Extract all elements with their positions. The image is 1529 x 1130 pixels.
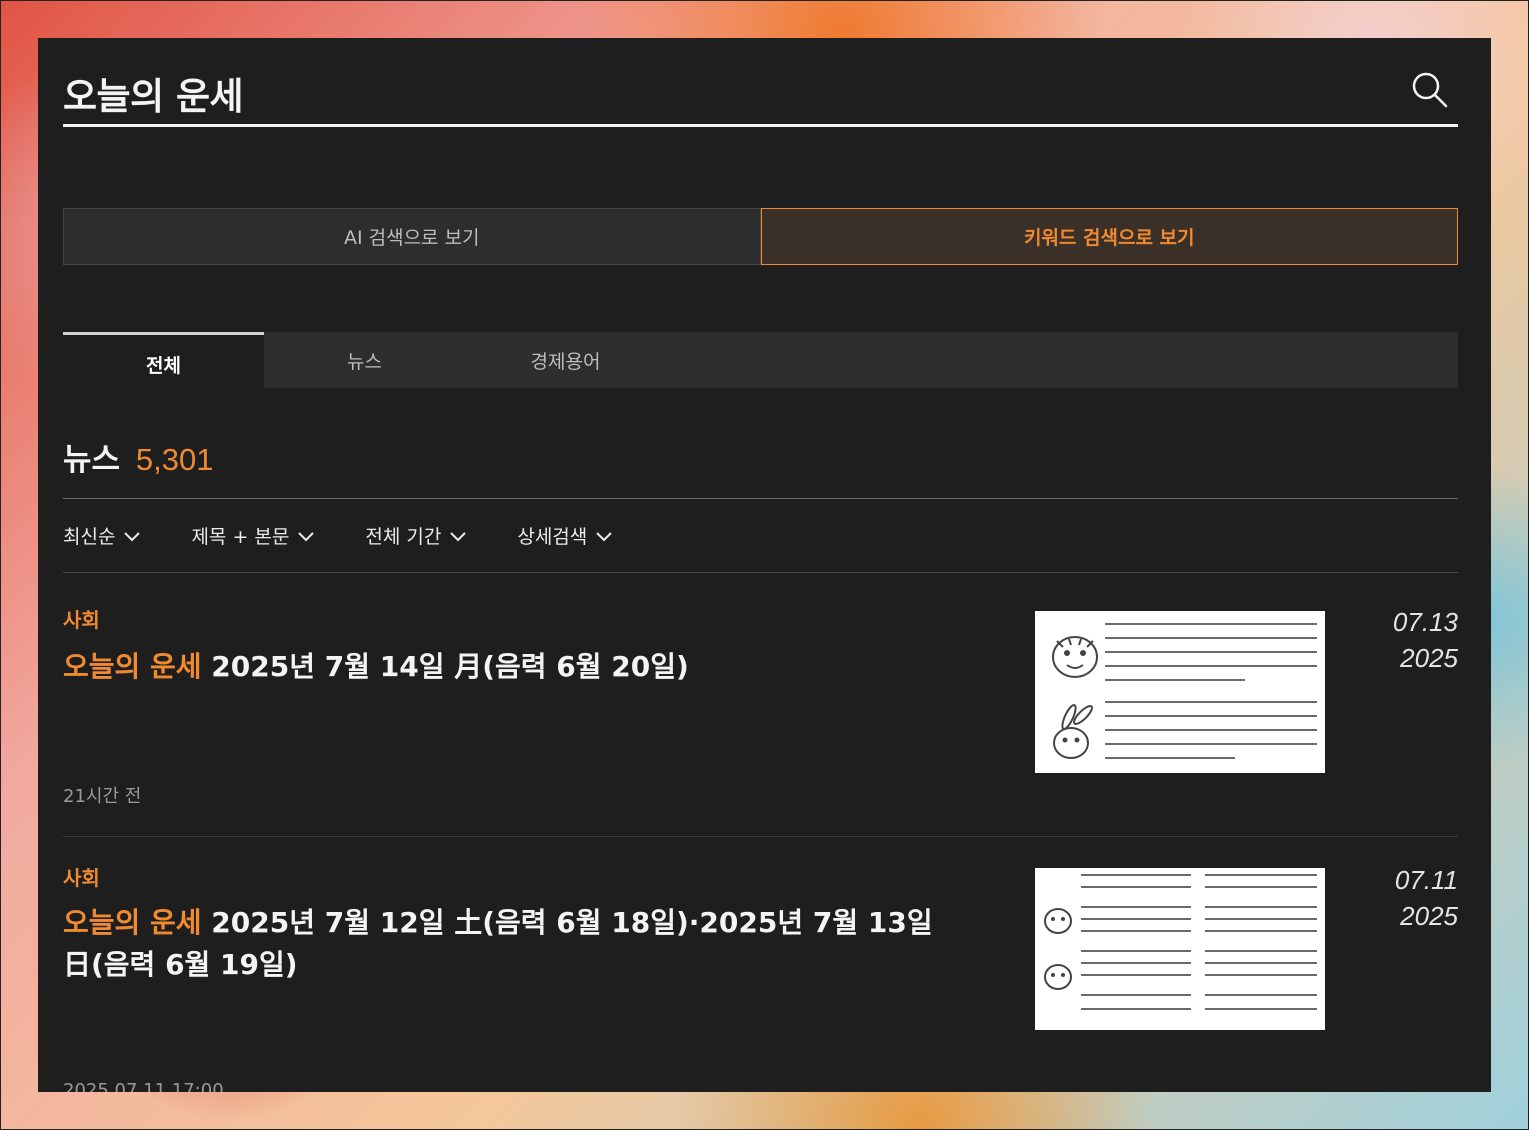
thumbnail-text-line bbox=[1081, 974, 1191, 976]
article-category[interactable]: 사회 bbox=[63, 862, 100, 891]
article-date: 07.11 2025 bbox=[1395, 862, 1458, 934]
thumbnail-text-line bbox=[1081, 950, 1191, 952]
thumbnail-text-line bbox=[1105, 651, 1317, 653]
article-item[interactable]: 사회 오늘의 운세 2025년 7월 12일 土(음력 6월 18일)·2025… bbox=[63, 836, 1458, 1092]
sort-dropdown-label: 최신순 bbox=[63, 526, 116, 548]
article-thumbnail[interactable] bbox=[1035, 611, 1325, 773]
article-date-year: 2025 bbox=[1400, 643, 1458, 673]
chevron-down-icon bbox=[596, 531, 612, 541]
zodiac-illustration-icon bbox=[1044, 908, 1072, 934]
sort-dropdown[interactable]: 최신순 bbox=[63, 522, 141, 549]
thumbnail-text-line bbox=[1205, 906, 1317, 908]
zodiac-illustration-icon bbox=[1044, 964, 1072, 990]
thumbnail-text-line bbox=[1081, 886, 1191, 888]
article-time: 21시간 전 bbox=[63, 786, 142, 807]
thumbnail-text-line bbox=[1081, 962, 1191, 964]
article-date-md: 07.11 bbox=[1394, 865, 1458, 895]
search-query-title[interactable]: 오늘의 운세 bbox=[63, 66, 244, 120]
thumbnail-text-line bbox=[1081, 874, 1191, 876]
advanced-search-label: 상세검색 bbox=[517, 526, 588, 548]
chevron-down-icon bbox=[450, 531, 467, 541]
article-title-highlight: 오늘의 운세 bbox=[63, 906, 202, 939]
article-date-md: 07.13 bbox=[1392, 607, 1458, 637]
ai-search-button[interactable]: AI 검색으로 보기 bbox=[63, 208, 761, 265]
thumbnail-text-line bbox=[1105, 743, 1317, 745]
period-dropdown-label: 전체 기간 bbox=[365, 526, 442, 548]
period-dropdown[interactable]: 전체 기간 bbox=[365, 522, 467, 549]
result-count-label: 뉴스 bbox=[63, 442, 121, 478]
thumbnail-text-line bbox=[1105, 637, 1317, 639]
thumbnail-text-line bbox=[1081, 918, 1191, 920]
tiger-illustration-icon bbox=[1052, 636, 1098, 678]
thumbnail-text-line bbox=[1105, 757, 1235, 759]
thumbnail-text-line bbox=[1081, 1008, 1191, 1010]
search-mode-toggle: AI 검색으로 보기 키워드 검색으로 보기 bbox=[63, 208, 1458, 265]
thumbnail-text-line bbox=[1205, 1008, 1317, 1010]
keyword-search-button[interactable]: 키워드 검색으로 보기 bbox=[760, 208, 1458, 265]
article-thumbnail[interactable] bbox=[1035, 868, 1325, 1030]
thumbnail-text-line bbox=[1081, 994, 1191, 996]
thumbnail-text-line bbox=[1205, 962, 1317, 964]
thumbnail-text-line bbox=[1105, 729, 1317, 731]
article-date-year: 2025 bbox=[1400, 901, 1458, 931]
category-tabs: 전체 뉴스 경제용어 bbox=[63, 332, 1458, 388]
thumbnail-text-line bbox=[1081, 906, 1191, 908]
article-date: 07.13 2025 bbox=[1393, 604, 1458, 676]
rabbit-illustration-icon bbox=[1053, 704, 1093, 759]
search-scope-dropdown[interactable]: 제목 + 본문 bbox=[191, 522, 315, 549]
search-panel: 오늘의 운세 AI 검색으로 보기 키워드 검색으로 보기 전체 뉴스 경제용어… bbox=[38, 38, 1491, 1092]
search-header: 오늘의 운세 bbox=[63, 38, 1458, 127]
thumbnail-text-line bbox=[1105, 679, 1245, 681]
tab-economic-terms[interactable]: 경제용어 bbox=[465, 332, 666, 388]
article-title-text: 2025년 7월 14일 月(음력 6월 20일) bbox=[201, 650, 689, 683]
thumbnail-text-line bbox=[1205, 874, 1317, 876]
thumbnail-text-line bbox=[1205, 994, 1317, 996]
search-scope-label: 제목 + 본문 bbox=[191, 526, 290, 548]
search-button[interactable] bbox=[1410, 70, 1450, 110]
article-title[interactable]: 오늘의 운세 2025년 7월 12일 土(음력 6월 18일)·2025년 7… bbox=[63, 902, 963, 986]
article-title[interactable]: 오늘의 운세 2025년 7월 14일 月(음력 6월 20일) bbox=[63, 646, 963, 688]
thumbnail-text-line bbox=[1081, 930, 1191, 932]
thumbnail-text-line bbox=[1105, 715, 1317, 717]
thumbnail-text-line bbox=[1205, 886, 1317, 888]
thumbnail-text-line bbox=[1205, 918, 1317, 920]
article-item[interactable]: 사회 오늘의 운세 2025년 7월 14일 月(음력 6월 20일) 21시간… bbox=[63, 572, 1458, 837]
thumbnail-text-line bbox=[1105, 665, 1317, 667]
advanced-search-dropdown[interactable]: 상세검색 bbox=[517, 522, 613, 549]
article-time: 2025.07.11 17:00 bbox=[63, 1080, 224, 1092]
thumbnail-text-line bbox=[1205, 950, 1317, 952]
result-count-value: 5,301 bbox=[135, 442, 214, 477]
chevron-down-icon bbox=[124, 531, 141, 541]
thumbnail-text-line bbox=[1205, 974, 1317, 976]
tab-news[interactable]: 뉴스 bbox=[264, 332, 465, 388]
thumbnail-text-line bbox=[1105, 701, 1317, 703]
thumbnail-text-line bbox=[1205, 930, 1317, 932]
search-icon bbox=[1412, 72, 1448, 108]
thumbnail-text-line bbox=[1105, 623, 1317, 625]
result-count: 뉴스 5,301 bbox=[63, 434, 213, 479]
tab-all[interactable]: 전체 bbox=[63, 332, 264, 388]
article-title-highlight: 오늘의 운세 bbox=[63, 650, 202, 683]
chevron-down-icon bbox=[298, 531, 315, 541]
filter-bar: 최신순 제목 + 본문 전체 기간 상세검색 bbox=[63, 498, 1458, 573]
article-category[interactable]: 사회 bbox=[63, 604, 100, 633]
